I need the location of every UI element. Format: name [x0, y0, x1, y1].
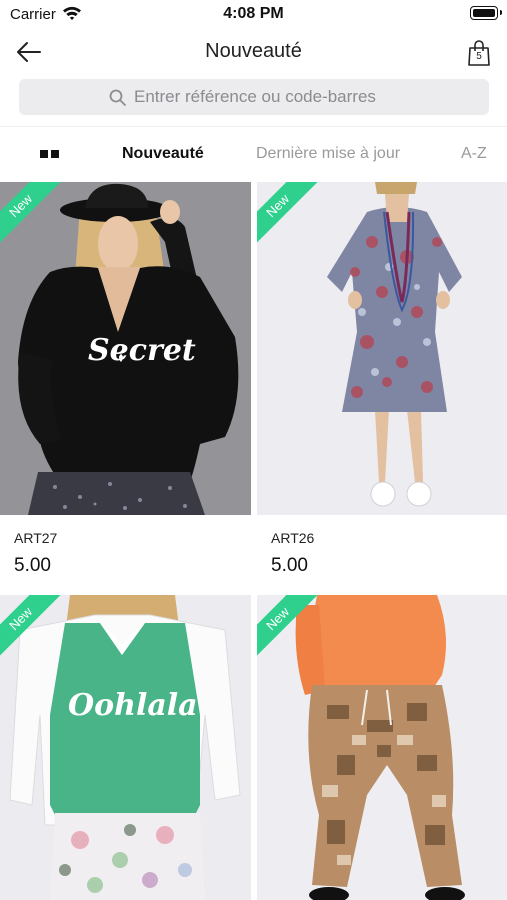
product-price: 5.00 [271, 555, 308, 576]
product-name: ART27 [14, 530, 58, 546]
sort-tab-last-update[interactable]: Dernière mise à jour [256, 145, 400, 163]
product-price: 5.00 [14, 555, 51, 576]
battery-icon [470, 6, 502, 20]
cart-button[interactable]: 5 [467, 39, 491, 67]
product-image: New [257, 595, 507, 900]
product-image: New [257, 182, 507, 515]
product-card[interactable]: New ART26 5.00 [257, 182, 507, 592]
sort-bar: Nouveauté Dernière mise à jour A-Z [0, 127, 507, 182]
search-icon [109, 89, 126, 106]
sweater-print-text: Secret [88, 333, 196, 368]
navigation-bar: Nouveauté 5 [0, 30, 507, 74]
product-card[interactable]: Secret New ART27 5.00 [0, 182, 251, 592]
product-name: ART26 [271, 530, 315, 546]
product-card[interactable]: New [257, 595, 507, 900]
status-bar: Carrier 4:08 PM [0, 0, 507, 28]
cart-count-badge: 5 [476, 51, 482, 62]
grid-view-icon[interactable] [40, 150, 59, 158]
back-arrow-icon[interactable] [16, 40, 42, 64]
product-image: Secret New [0, 182, 251, 515]
product-card[interactable]: Oohlala New [0, 595, 251, 900]
sort-tab-a-z[interactable]: A-Z [461, 145, 487, 163]
product-image: Oohlala New [0, 595, 251, 900]
sort-tab-newest[interactable]: Nouveauté [122, 145, 204, 163]
vest-print-text: Oohlala [68, 688, 198, 723]
search-input[interactable] [134, 87, 399, 107]
clock: 4:08 PM [223, 5, 284, 22]
search-bar[interactable] [19, 79, 489, 115]
page-title: Nouveauté [205, 40, 302, 62]
